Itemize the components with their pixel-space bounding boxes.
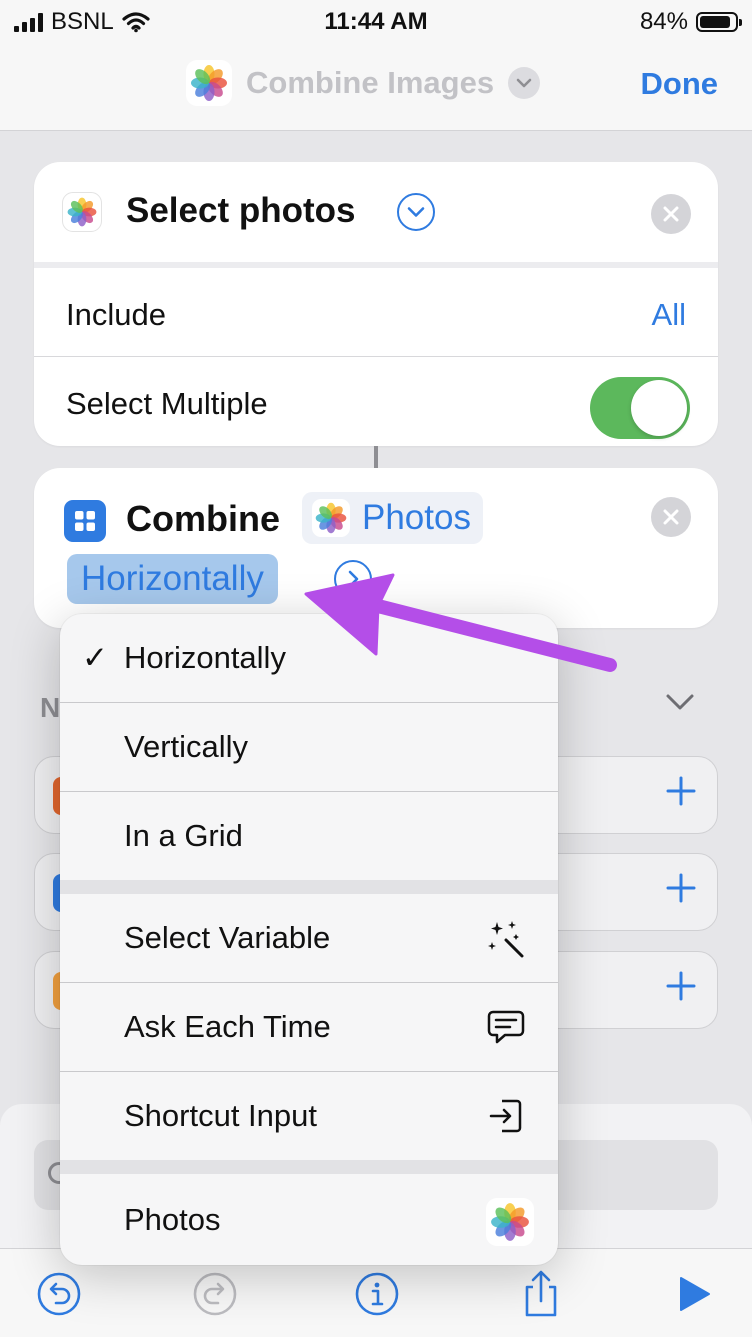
include-label: Include <box>66 297 166 332</box>
redo-icon <box>193 1272 237 1316</box>
select-multiple-row: Select Multiple <box>34 357 718 445</box>
include-row[interactable]: Include All <box>34 268 718 356</box>
combine-mode-token[interactable]: Horizontally <box>67 554 278 604</box>
undo-button[interactable] <box>34 1269 84 1319</box>
close-icon <box>663 509 679 525</box>
photos-app-icon <box>312 499 350 537</box>
select-multiple-label: Select Multiple <box>66 386 268 421</box>
redo-button[interactable] <box>190 1269 240 1319</box>
photos-app-icon <box>62 192 102 232</box>
chevron-right-icon[interactable] <box>334 560 372 598</box>
photos-app-icon <box>186 60 232 106</box>
close-icon <box>663 206 679 222</box>
nav-bar: Combine Images Done <box>0 44 752 131</box>
photos-app-icon <box>486 1198 534 1246</box>
add-icon[interactable] <box>665 872 697 909</box>
menu-item-label: Ask Each Time <box>124 1009 331 1044</box>
info-button[interactable] <box>352 1269 402 1319</box>
menu-group-separator <box>60 880 558 894</box>
speech-bubble-icon <box>484 1005 528 1049</box>
menu-item-label: In a Grid <box>124 818 243 853</box>
battery-percent: 84% <box>639 8 688 35</box>
remove-action-button[interactable] <box>651 194 691 234</box>
menu-item-in-a-grid[interactable]: In a Grid <box>60 792 558 880</box>
checkmark-icon: ✓ <box>82 640 108 675</box>
action-title: Combine <box>126 498 281 539</box>
shortcut-title-button[interactable]: Combine Images <box>186 60 541 106</box>
grid-icon <box>64 500 106 542</box>
select-multiple-toggle[interactable] <box>590 377 690 439</box>
undo-icon <box>37 1272 81 1316</box>
menu-group-separator <box>60 1160 558 1174</box>
menu-item-horizontally[interactable]: ✓ Horizontally <box>60 614 558 702</box>
info-icon <box>355 1272 399 1316</box>
add-icon[interactable] <box>665 970 697 1007</box>
menu-item-shortcut-input[interactable]: Shortcut Input <box>60 1072 558 1160</box>
share-icon <box>525 1270 557 1317</box>
menu-item-photos[interactable]: Photos <box>60 1176 558 1264</box>
add-icon[interactable] <box>665 775 697 812</box>
chevron-down-icon <box>508 67 541 99</box>
combine-mode-label: Horizontally <box>81 559 264 598</box>
magic-wand-icon <box>484 916 528 960</box>
photos-variable-token[interactable]: Photos <box>302 492 483 544</box>
photos-token-label: Photos <box>362 498 471 537</box>
play-icon <box>680 1277 710 1311</box>
menu-item-label: Photos <box>124 1202 221 1237</box>
select-photos-action: Select photos Include All Select Multipl… <box>34 162 718 446</box>
run-button[interactable] <box>668 1269 718 1319</box>
action-title: Select photos <box>126 191 356 230</box>
chevron-down-icon[interactable] <box>664 692 696 717</box>
menu-item-ask-each-time[interactable]: Ask Each Time <box>60 983 558 1071</box>
share-button[interactable] <box>516 1269 566 1319</box>
status-right: 84% <box>639 8 742 36</box>
remove-action-button[interactable] <box>651 497 691 537</box>
battery-icon <box>696 12 742 32</box>
menu-item-label: Select Variable <box>124 920 331 955</box>
expand-chevron-icon[interactable] <box>397 193 435 231</box>
section-header: N <box>40 692 61 723</box>
shortcut-title: Combine Images <box>246 65 495 100</box>
menu-item-label: Shortcut Input <box>124 1098 318 1133</box>
select-photos-header: Select photos <box>34 162 718 262</box>
include-value[interactable]: All <box>652 297 686 333</box>
combine-mode-menu: ✓ Horizontally Vertically In a Grid Sele… <box>60 614 558 1265</box>
status-bar: BSNL 11:44 AM 84% <box>0 0 752 44</box>
action-connector <box>374 446 378 468</box>
menu-item-label: Horizontally <box>124 640 286 675</box>
menu-item-label: Vertically <box>124 729 249 764</box>
input-arrow-icon <box>484 1094 528 1138</box>
menu-item-select-variable[interactable]: Select Variable <box>60 894 558 982</box>
done-button[interactable]: Done <box>641 66 719 102</box>
menu-item-vertically[interactable]: Vertically <box>60 703 558 791</box>
combine-images-action: Combine Photos Horizontally <box>34 468 718 628</box>
